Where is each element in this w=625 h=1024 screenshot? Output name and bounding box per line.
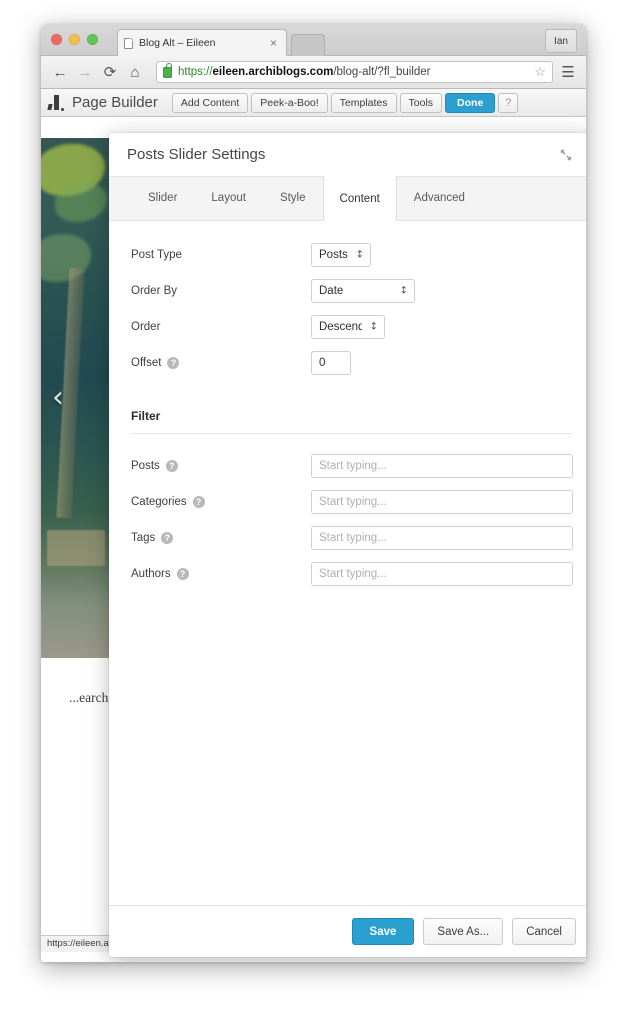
page-builder-logo-icon [47,94,67,112]
modal-footer: Save Save As... Cancel [109,905,586,957]
close-window-button[interactable] [51,34,62,45]
save-button[interactable]: Save [351,918,415,945]
tab-advanced[interactable]: Advanced [397,176,482,220]
filter-categories-input[interactable] [311,490,573,514]
add-content-button[interactable]: Add Content [171,92,249,113]
offset-control [311,351,572,375]
help-icon[interactable]: ? [498,92,519,113]
modal-body: Post Type Posts Order By Date [109,221,586,905]
browser-address-toolbar: ← → ⟳ ⌂ https://eileen.archiblogs.com/bl… [41,56,586,89]
posts-slider-settings-modal: Posts Slider Settings Slider Layout Styl… [109,133,586,957]
help-icon-filter-authors[interactable]: ? [176,568,189,580]
filter-posts-label-text: Posts [131,460,160,472]
close-tab-icon[interactable]: × [267,37,280,49]
post-type-label: Post Type [131,249,182,261]
modal-title: Posts Slider Settings [127,146,266,163]
browser-tab-strip: Blog Alt – Eileen × Ian [41,24,586,56]
forward-icon[interactable]: → [75,62,95,82]
page-builder-bar: Page Builder Add Content Peek-a-Boo! Tem… [41,89,586,117]
form-row-filter-tags: Tags ? [131,520,573,556]
browser-window: Blog Alt – Eileen × Ian ← → ⟳ ⌂ https://… [41,24,586,962]
tab-layout[interactable]: Layout [194,176,263,220]
templates-button[interactable]: Templates [330,92,397,113]
url-text: https://eileen.archiblogs.com/blog-alt/?… [178,66,431,78]
modal-tab-bar: Slider Layout Style Content Advanced [109,176,586,221]
filter-authors-label: Authors ? [131,568,311,580]
filter-authors-input[interactable] [311,562,573,586]
cancel-button[interactable]: Cancel [512,918,576,945]
tab-content[interactable]: Content [322,176,397,221]
done-button[interactable]: Done [445,92,496,113]
browser-tab[interactable]: Blog Alt – Eileen × [117,29,287,56]
address-bar[interactable]: https://eileen.archiblogs.com/blog-alt/?… [156,61,553,83]
back-icon[interactable]: ← [50,62,70,82]
hamburger-menu-icon[interactable]: ☰ [559,63,577,81]
filter-tags-label-text: Tags [131,532,156,544]
filter-authors-label-text: Authors [131,568,171,580]
maximize-window-button[interactable] [87,34,98,45]
modal-header: Posts Slider Settings [109,133,586,177]
filter-posts-input[interactable] [311,454,573,478]
offset-label: Offset ? [131,357,311,369]
url-host: eileen.archiblogs.com [212,66,334,78]
offset-input[interactable] [311,351,351,375]
order-by-label: Order By [131,285,178,297]
filter-tags-input[interactable] [311,526,573,550]
window-traffic-lights [51,34,98,45]
filter-authors-control [311,562,573,586]
slider-prev-arrow-icon[interactable]: ‹ [52,383,64,413]
filter-posts-control [311,454,573,478]
filter-section-heading: Filter [131,409,572,434]
filter-categories-control [311,490,573,514]
bookmark-star-icon[interactable]: ☆ [534,64,546,80]
help-icon-offset[interactable]: ? [167,357,180,369]
profile-button[interactable]: Ian [545,29,577,53]
tab-style[interactable]: Style [263,176,323,220]
order-by-control: Date [311,279,572,303]
order-select[interactable]: Descending [311,315,385,339]
collapse-icon[interactable] [556,145,576,165]
post-type-select[interactable]: Posts [311,243,371,267]
filter-categories-label: Categories ? [131,496,311,508]
form-row-post-type: Post Type Posts [131,237,572,273]
form-row-order: Order Descending [131,309,572,345]
form-row-filter-posts: Posts ? [131,448,573,484]
browser-tab-title: Blog Alt – Eileen [139,37,216,49]
filter-posts-label: Posts ? [131,460,311,472]
peek-a-boo-button[interactable]: Peek-a-Boo! [251,92,328,113]
help-icon-filter-tags[interactable]: ? [161,532,174,544]
new-tab-button[interactable] [291,34,325,56]
filter-tags-label: Tags ? [131,532,311,544]
url-scheme: https:// [178,66,213,78]
help-icon-filter-posts[interactable]: ? [165,460,178,472]
reload-icon[interactable]: ⟳ [100,62,120,82]
minimize-window-button[interactable] [69,34,80,45]
form-row-offset: Offset ? [131,345,572,381]
order-by-select[interactable]: Date [311,279,415,303]
home-icon[interactable]: ⌂ [125,62,145,82]
tools-button[interactable]: Tools [399,92,443,113]
save-as-button[interactable]: Save As... [423,918,504,945]
page-icon [124,37,133,49]
tab-slider[interactable]: Slider [131,176,194,220]
url-path: /blog-alt/?fl_builder [333,66,431,78]
help-icon-filter-categories[interactable]: ? [192,496,205,508]
page-builder-title: Page Builder [72,94,158,111]
form-row-order-by: Order By Date [131,273,572,309]
filter-tags-control [311,526,573,550]
order-label: Order [131,321,161,333]
post-type-control: Posts [311,243,572,267]
order-control: Descending [311,315,572,339]
form-row-filter-authors: Authors ? [131,556,573,592]
form-row-filter-categories: Categories ? [131,484,573,520]
filter-categories-label-text: Categories [131,496,187,508]
lock-icon [163,63,172,78]
offset-label-text: Offset [131,357,162,369]
